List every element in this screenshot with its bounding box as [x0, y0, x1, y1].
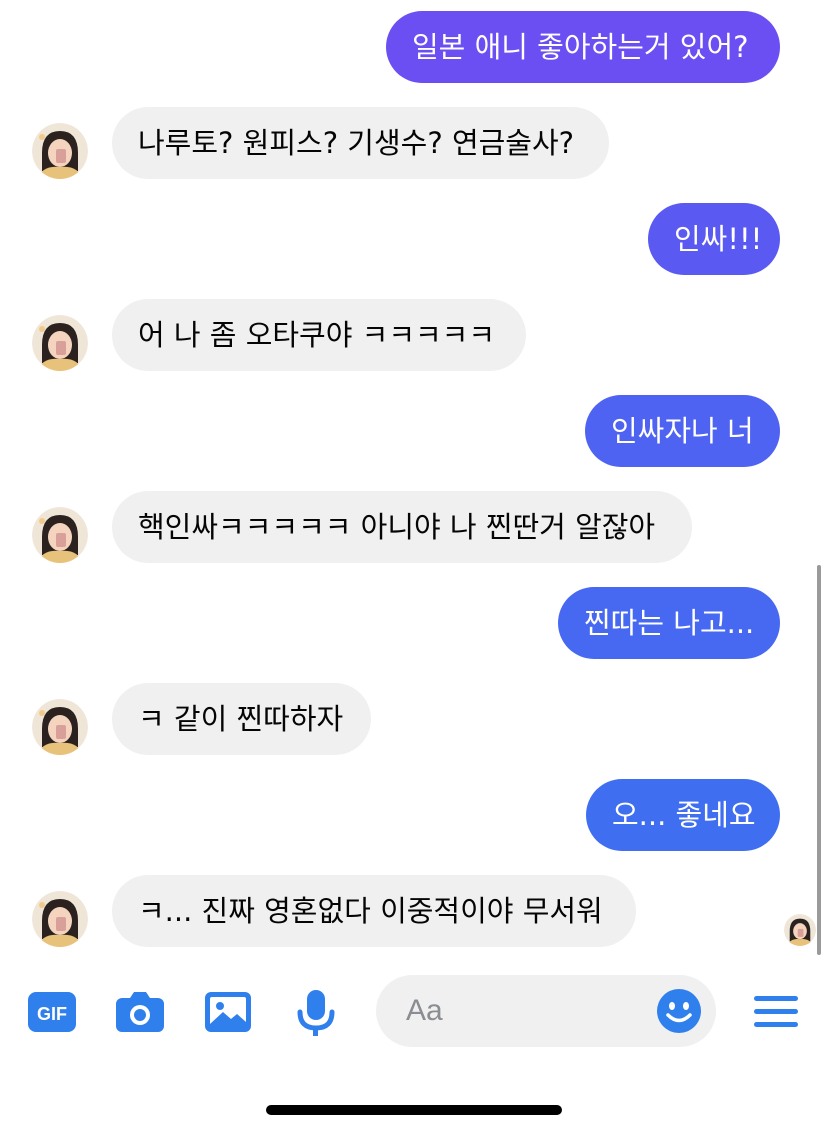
message-composer: GIF Aa: [0, 960, 828, 1060]
camera-button[interactable]: [114, 988, 170, 1036]
voice-button[interactable]: [292, 988, 348, 1036]
message-bubble-incoming[interactable]: ㅋ 같이 찐따하자: [112, 683, 371, 755]
message-text: 어 나 좀 오타쿠야 ㅋㅋㅋㅋㅋ: [138, 318, 496, 352]
message-row-incoming: 핵인싸ㅋㅋㅋㅋㅋ 아니야 나 찐딴거 알잖아: [0, 491, 828, 563]
message-thread: 일본 애니 좋아하는거 있어? 나루토? 원피스? 기생수? 연금술사? 인싸!…: [0, 0, 828, 960]
message-row-outgoing: 오... 좋네요: [0, 779, 828, 851]
gif-button[interactable]: GIF: [26, 988, 82, 1036]
message-bubble-outgoing[interactable]: 일본 애니 좋아하는거 있어?: [386, 11, 780, 83]
message-text: ㅋ 같이 찐따하자: [138, 702, 344, 736]
message-row-incoming: ㅋ 같이 찐따하자: [0, 683, 828, 755]
message-bubble-outgoing[interactable]: 오... 좋네요: [586, 779, 780, 851]
message-bubble-incoming[interactable]: 핵인싸ㅋㅋㅋㅋㅋ 아니야 나 찐딴거 알잖아: [112, 491, 692, 563]
message-bubble-incoming[interactable]: 나루토? 원피스? 기생수? 연금술사?: [112, 107, 609, 179]
microphone-icon: [297, 990, 335, 1036]
contact-avatar[interactable]: [32, 699, 88, 755]
message-text: 인싸!!!: [674, 222, 763, 256]
message-row-incoming: 어 나 좀 오타쿠야 ㅋㅋㅋㅋㅋ: [0, 299, 828, 371]
menu-button[interactable]: [752, 988, 802, 1036]
menu-icon: [754, 996, 798, 1027]
message-input[interactable]: Aa: [376, 975, 716, 1047]
image-icon: [205, 992, 251, 1032]
message-bubble-incoming[interactable]: 어 나 좀 오타쿠야 ㅋㅋㅋㅋㅋ: [112, 299, 526, 371]
gallery-button[interactable]: [203, 988, 259, 1036]
message-row-incoming: 나루토? 원피스? 기생수? 연금술사?: [0, 107, 828, 179]
gif-icon: GIF: [28, 992, 76, 1032]
message-bubble-outgoing[interactable]: 찐따는 나고...: [558, 587, 780, 659]
message-bubble-outgoing[interactable]: 인싸!!!: [648, 203, 780, 275]
emoji-icon: [657, 989, 701, 1033]
message-bubble-outgoing[interactable]: 인싸자나 너: [585, 395, 780, 467]
message-row-outgoing: 찐따는 나고...: [0, 587, 828, 659]
contact-avatar[interactable]: [32, 507, 88, 563]
seen-receipt-avatar: [784, 914, 816, 946]
message-bubble-incoming[interactable]: ㅋ... 진짜 영혼없다 이중적이야 무서워: [112, 875, 636, 947]
message-text: 오... 좋네요: [612, 798, 756, 832]
message-row-incoming: ㅋ... 진짜 영혼없다 이중적이야 무서워: [0, 875, 828, 947]
contact-avatar[interactable]: [32, 123, 88, 179]
message-input-placeholder: Aa: [406, 994, 443, 1027]
home-indicator[interactable]: [266, 1105, 562, 1115]
scrollbar[interactable]: [817, 565, 821, 955]
message-row-outgoing: 일본 애니 좋아하는거 있어?: [0, 11, 828, 83]
message-text: 찐따는 나고...: [584, 606, 755, 640]
message-text: 핵인싸ㅋㅋㅋㅋㅋ 아니야 나 찐딴거 알잖아: [138, 510, 656, 544]
contact-avatar[interactable]: [32, 891, 88, 947]
message-text: 나루토? 원피스? 기생수? 연금술사?: [138, 126, 575, 160]
camera-icon: [116, 992, 164, 1032]
contact-avatar[interactable]: [32, 315, 88, 371]
message-text: ㅋ... 진짜 영혼없다 이중적이야 무서워: [138, 894, 603, 928]
gif-label: GIF: [37, 1004, 67, 1024]
message-text: 일본 애니 좋아하는거 있어?: [412, 30, 749, 64]
message-row-outgoing: 인싸자나 너: [0, 395, 828, 467]
emoji-button[interactable]: [656, 988, 702, 1034]
message-row-outgoing: 인싸!!!: [0, 203, 828, 275]
message-text: 인싸자나 너: [611, 414, 754, 448]
